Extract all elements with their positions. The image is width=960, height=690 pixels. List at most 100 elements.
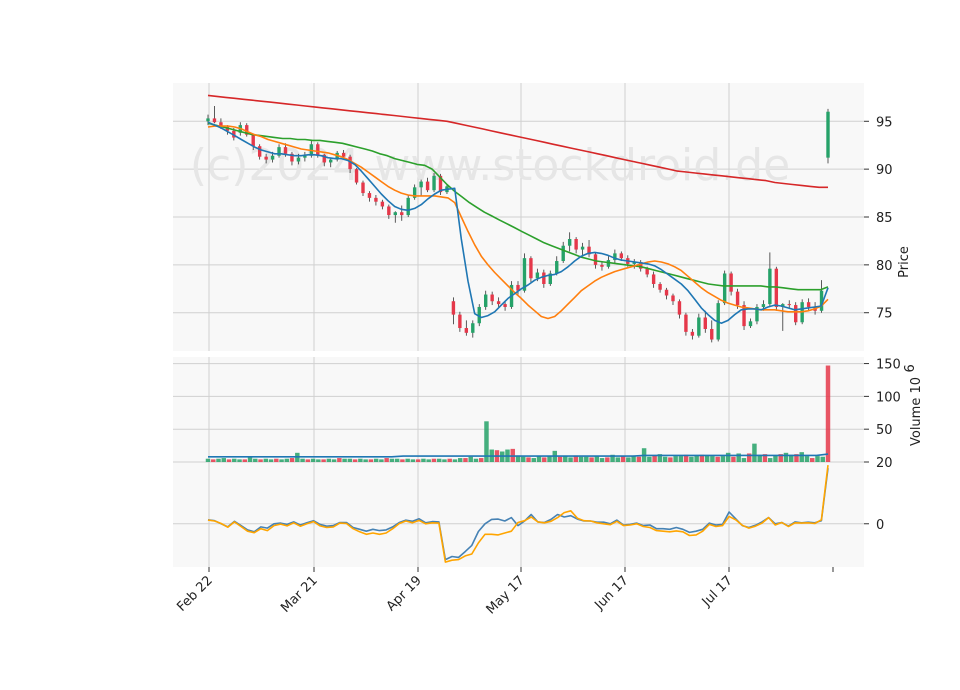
candle-body <box>580 246 585 250</box>
candle-body <box>703 317 707 329</box>
volume-bar <box>599 458 605 462</box>
volume-bar <box>358 458 363 462</box>
candle <box>755 304 759 325</box>
candle-body <box>458 314 462 329</box>
candle-body <box>484 294 488 307</box>
oscillator-tick-label: 20 <box>876 456 893 471</box>
candle-body <box>380 201 385 207</box>
volume-bar <box>379 459 384 462</box>
volume-bar <box>232 458 237 462</box>
candle <box>742 301 746 330</box>
volume-bar <box>568 457 573 462</box>
candle-body <box>490 294 494 302</box>
candle-body <box>664 289 669 296</box>
candle-body <box>529 258 533 279</box>
candle-body <box>697 317 701 336</box>
candle-body <box>735 291 740 306</box>
volume-bar <box>400 459 405 462</box>
price-tick-label: 90 <box>876 163 893 178</box>
price-tick-label: 85 <box>876 211 893 226</box>
volume-bar <box>394 458 400 462</box>
volume-bar <box>521 456 526 462</box>
price-axis-label: Price <box>897 246 912 278</box>
volume-bar <box>389 458 395 462</box>
volume-bar <box>804 456 810 462</box>
candle <box>529 256 533 283</box>
candle-body <box>400 212 404 216</box>
candle-body <box>354 169 359 183</box>
candle-body <box>542 272 546 284</box>
volume-bar <box>536 456 542 462</box>
volume-bar <box>526 457 531 462</box>
volume-bar <box>678 456 684 462</box>
candle <box>774 266 779 311</box>
volume-bar <box>226 459 232 462</box>
volume-bar <box>363 459 368 462</box>
volume-bar <box>783 452 789 462</box>
candle <box>354 168 359 185</box>
candle-body <box>787 304 791 306</box>
volume-bar <box>810 458 815 462</box>
candle-body <box>600 264 604 267</box>
x-tick-label: Jul 17 <box>699 573 736 610</box>
volume-bar <box>337 458 342 462</box>
candle-body <box>671 295 675 302</box>
volume-bar <box>431 458 437 462</box>
volume-bar <box>321 459 326 462</box>
candle-body <box>535 272 540 279</box>
volume-bar <box>436 458 442 462</box>
volume-bar <box>473 458 479 462</box>
volume-bar <box>820 456 825 462</box>
volume-bar <box>415 459 421 462</box>
candle-body <box>826 111 830 158</box>
candle-body <box>432 175 436 191</box>
volume-bar <box>237 459 242 462</box>
volume-bar <box>384 458 389 462</box>
x-tick-label: Apr 19 <box>384 573 425 614</box>
volume-bar <box>694 455 699 462</box>
candle <box>826 108 830 164</box>
volume-bar <box>410 459 416 462</box>
x-tick-label: Jun 17 <box>592 573 632 613</box>
volume-bar <box>704 455 710 462</box>
volume-bar <box>463 458 468 462</box>
volume-bar <box>725 452 731 462</box>
volume-bar <box>442 459 447 462</box>
volume-bar <box>447 458 452 462</box>
candle-body <box>341 152 346 157</box>
volume-bar <box>221 458 226 462</box>
candle-body <box>471 323 475 333</box>
candle-body <box>251 134 255 147</box>
volume-bar <box>563 456 568 462</box>
volume-bar <box>342 458 347 462</box>
volume-bar <box>205 458 211 462</box>
candle <box>722 270 727 306</box>
volume-bar <box>331 459 337 462</box>
volume-bar <box>305 459 311 462</box>
candle-body <box>496 301 501 305</box>
volume-bar <box>258 459 263 462</box>
candle-body <box>651 274 656 284</box>
volume-bar <box>752 443 757 462</box>
candle-body <box>406 197 410 216</box>
panel-background <box>173 462 864 567</box>
candle-body <box>722 273 727 304</box>
stock-chart: (c)2024 www.stockdroid.de 7580859095Pric… <box>173 83 924 617</box>
volume-bar <box>636 456 642 462</box>
volume-bar <box>620 456 626 462</box>
volume-bar <box>594 456 600 462</box>
volume-bar <box>741 458 747 462</box>
candle-body <box>748 321 753 327</box>
volume-bar <box>242 459 248 462</box>
volume-bar <box>289 458 295 462</box>
volume-bar <box>279 459 284 462</box>
candle-body <box>684 314 688 332</box>
volume-bar <box>247 457 253 462</box>
candle-body <box>296 157 301 162</box>
volume-bar <box>531 458 536 462</box>
volume-bar <box>274 458 279 462</box>
volume-bar <box>300 458 305 462</box>
volume-bar <box>426 459 431 462</box>
volume-bar <box>373 458 379 462</box>
volume-bar <box>668 457 673 462</box>
